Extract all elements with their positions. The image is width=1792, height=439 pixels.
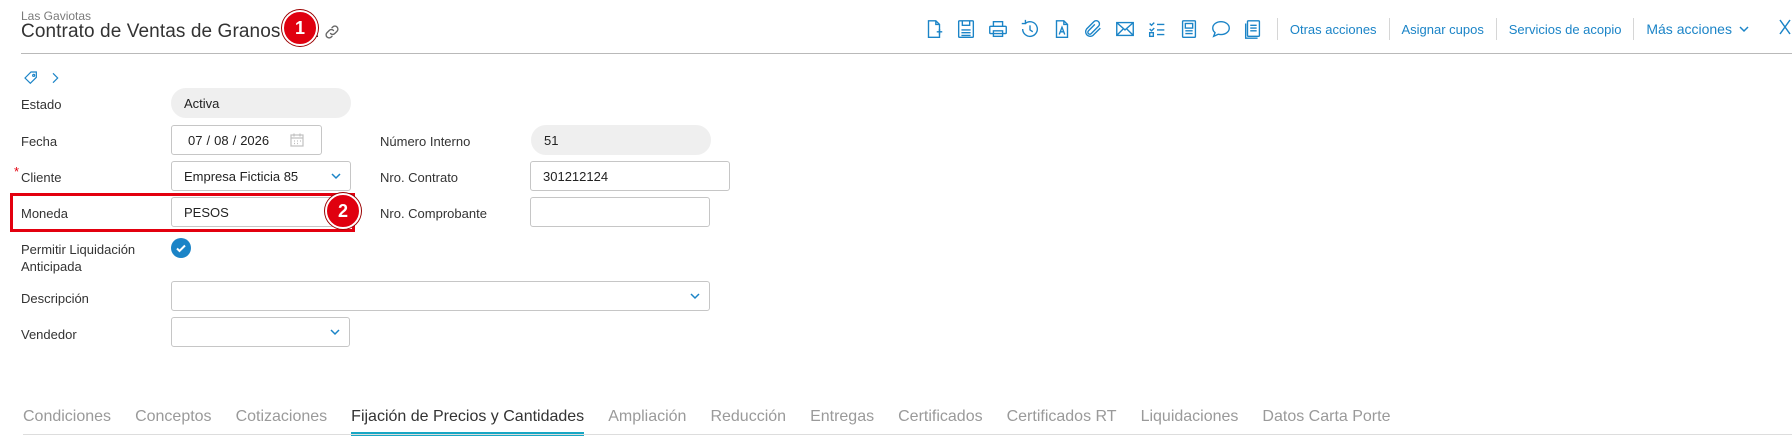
chevron-right-icon[interactable] [47, 70, 63, 86]
cliente-value: Empresa Ficticia 85 [184, 168, 299, 184]
fecha-month[interactable]: 08 [214, 133, 228, 148]
annotation-badge-2: 2 [325, 193, 361, 229]
fecha-date-input[interactable]: 07 / 08 / 2026 [171, 125, 322, 155]
page-title: Contrato de Ventas de Granos - 51 [21, 21, 319, 42]
chevron-down-icon [690, 293, 700, 300]
fecha-year[interactable]: 2026 [240, 133, 269, 148]
nro-contrato-label: Nro. Contrato [380, 170, 459, 185]
fecha-sep: / [206, 132, 211, 148]
link-icon[interactable] [323, 23, 341, 41]
nro-comprobante-input[interactable] [530, 197, 710, 227]
tab-conceptos[interactable]: Conceptos [135, 408, 212, 432]
calendar-icon[interactable] [289, 132, 305, 148]
checklist-icon[interactable] [1141, 14, 1173, 44]
moneda-label: Moneda [21, 206, 68, 221]
tabs-divider [23, 434, 1792, 435]
tab-condiciones[interactable]: Condiciones [23, 408, 111, 432]
tab-certificados-rt[interactable]: Certificados RT [1007, 408, 1117, 432]
numero-interno-label: Número Interno [380, 134, 471, 149]
chevron-down-icon [331, 173, 341, 180]
mas-acciones-label: Más acciones [1646, 21, 1732, 37]
close-panel-icon[interactable] [1778, 18, 1792, 41]
attachment-icon[interactable] [1078, 14, 1110, 44]
detail-tabs: Condiciones Conceptos Cotizaciones Fijac… [23, 408, 1414, 436]
notes-icon[interactable] [1173, 14, 1205, 44]
numero-interno-field: 51 [531, 125, 711, 155]
mas-acciones-menu[interactable]: Más acciones [1642, 21, 1754, 37]
required-marker: * [14, 164, 20, 179]
tab-certificados[interactable]: Certificados [898, 408, 982, 432]
save-icon[interactable] [950, 14, 982, 44]
fecha-sep: / [232, 132, 237, 148]
toolbar-separator [1388, 18, 1390, 40]
text-document-icon[interactable] [1046, 14, 1078, 44]
chevron-down-icon [330, 329, 340, 336]
numero-interno-value: 51 [544, 132, 559, 148]
tab-entregas[interactable]: Entregas [810, 408, 874, 432]
moneda-select[interactable]: PESOS [171, 197, 351, 227]
new-document-icon[interactable] [918, 14, 950, 44]
tab-cotizaciones[interactable]: Cotizaciones [236, 408, 328, 432]
toolbar-separator [1633, 18, 1635, 40]
cliente-label: Cliente [21, 170, 62, 185]
nro-contrato-input[interactable]: 301212124 [530, 161, 730, 191]
fecha-label: Fecha [21, 134, 58, 149]
estado-value: Activa [184, 95, 220, 111]
check-icon [176, 244, 186, 253]
descripcion-label: Descripción [21, 291, 89, 306]
toolbar-separator [1495, 18, 1497, 40]
vendedor-label: Vendedor [21, 327, 77, 342]
liquidacion-checkbox[interactable] [171, 238, 191, 258]
email-icon[interactable] [1109, 14, 1141, 44]
chevron-down-icon [1739, 26, 1749, 33]
tab-fijacion-precios[interactable]: Fijación de Precios y Cantidades [351, 408, 585, 436]
tab-ampliacion[interactable]: Ampliación [608, 408, 686, 432]
estado-label: Estado [21, 97, 62, 112]
servicios-acopio-link[interactable]: Servicios de acopio [1505, 22, 1626, 37]
otras-acciones-link[interactable]: Otras acciones [1286, 22, 1381, 37]
vendedor-select[interactable] [171, 317, 350, 347]
history-icon[interactable] [1014, 14, 1046, 44]
header-divider [21, 53, 1792, 54]
document-list-icon[interactable] [1237, 14, 1269, 44]
nro-comprobante-label: Nro. Comprobante [380, 206, 487, 221]
asignar-cupos-link[interactable]: Asignar cupos [1397, 22, 1487, 37]
liquidacion-label-line2: Anticipada [21, 259, 82, 274]
fecha-day[interactable]: 07 [188, 133, 202, 148]
cliente-select[interactable]: Empresa Ficticia 85 [171, 161, 351, 191]
liquidacion-label-line1: Permitir Liquidación [21, 242, 136, 257]
tab-datos-carta-porte[interactable]: Datos Carta Porte [1262, 408, 1390, 432]
descripcion-select[interactable] [171, 281, 710, 311]
record-nav [23, 70, 63, 86]
annotation-badge-1: 1 [282, 10, 318, 46]
tab-liquidaciones[interactable]: Liquidaciones [1141, 408, 1239, 432]
comment-icon[interactable] [1205, 14, 1237, 44]
toolbar: Otras acciones Asignar cupos Servicios d… [918, 14, 1792, 44]
estado-field: Activa [171, 88, 351, 118]
tab-reduccion[interactable]: Reducción [710, 408, 786, 432]
nro-contrato-value: 301212124 [543, 168, 609, 184]
toolbar-separator [1276, 18, 1278, 40]
print-icon[interactable] [982, 14, 1014, 44]
tag-icon[interactable] [23, 70, 39, 86]
